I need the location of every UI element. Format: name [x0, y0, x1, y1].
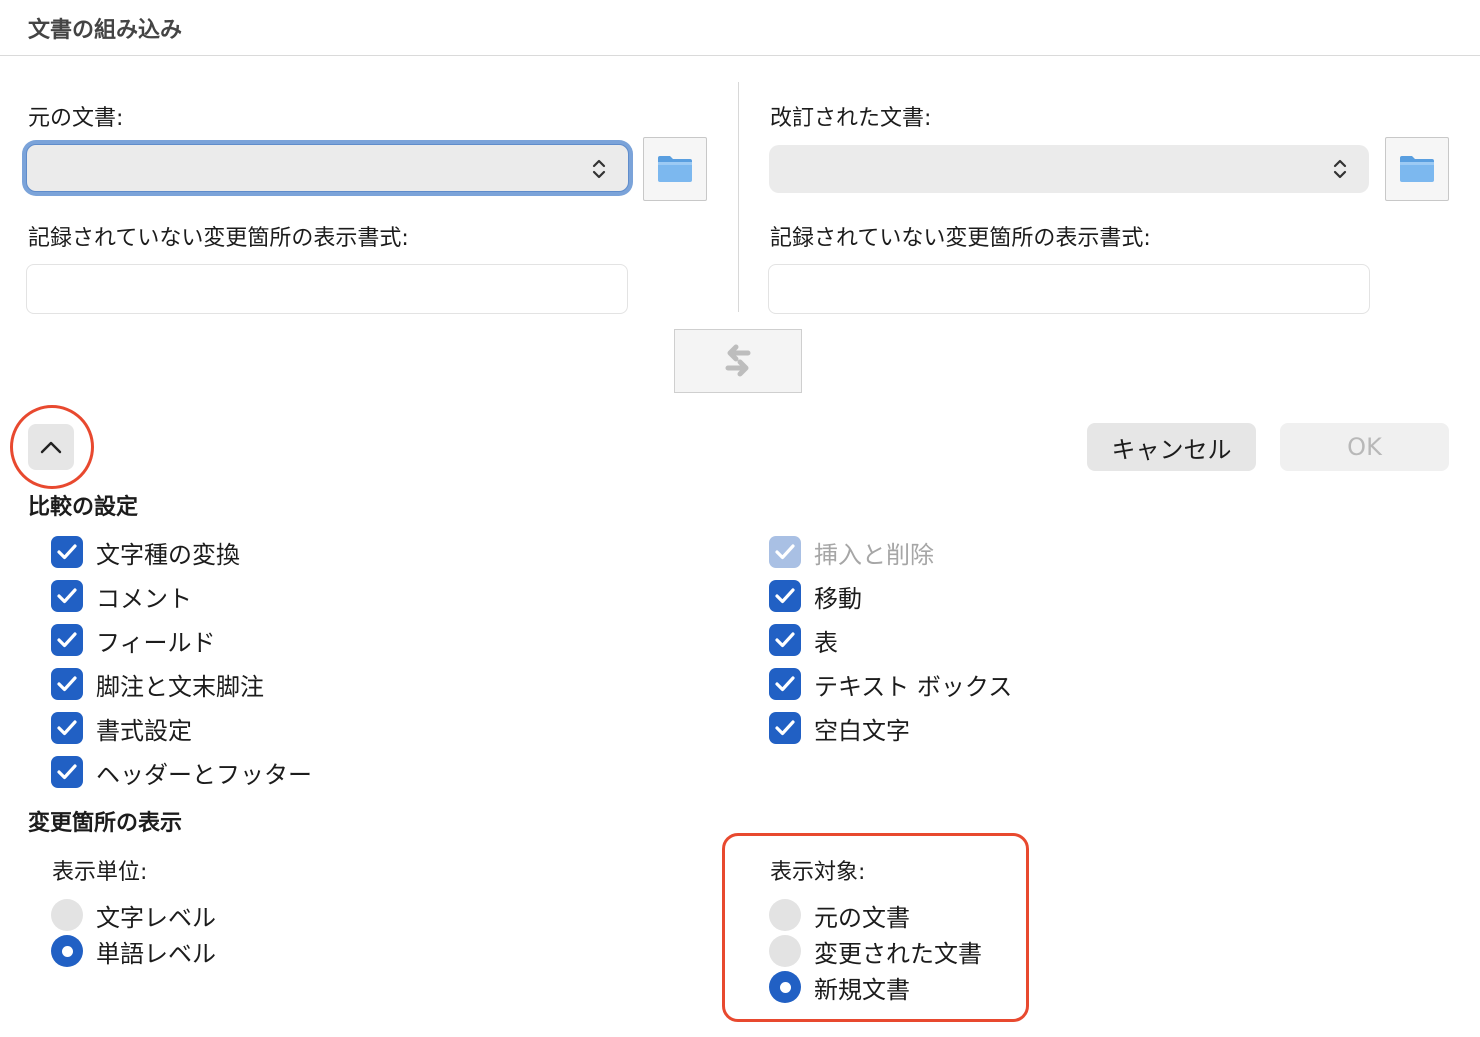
compare-settings-heading: 比較の設定	[28, 495, 139, 520]
annotation-box	[722, 833, 1029, 1022]
checkbox-label: 空白文字	[814, 716, 910, 745]
checkbox-label: 文字種の変換	[96, 540, 240, 569]
checkmark-icon	[57, 544, 77, 560]
checkbox-label: 脚注と文末脚注	[96, 672, 264, 701]
original-format-label: 記録されていない変更箇所の表示書式:	[28, 226, 409, 251]
checkbox-label: 挿入と削除	[814, 540, 934, 569]
dialog-title: 文書の組み込み	[28, 18, 183, 43]
swap-documents-button[interactable]	[674, 329, 802, 393]
checkbox-label: コメント	[96, 584, 192, 613]
checkmark-icon	[57, 676, 77, 692]
checkmark-icon	[57, 720, 77, 736]
show-changes-heading: 変更箇所の表示	[28, 811, 183, 836]
ok-button[interactable]: OK	[1280, 423, 1449, 471]
show-level-group: 文字レベル単語レベル	[51, 899, 216, 971]
compare-settings-left: 文字種の変換 コメントフィールド脚注と文末脚注 書式設定ヘッダーとフッター	[51, 536, 312, 800]
revised-document-label: 改訂された文書:	[770, 106, 932, 131]
checkbox[interactable]	[51, 712, 83, 744]
revised-document-select[interactable]	[769, 145, 1369, 193]
revised-browse-button[interactable]	[1385, 137, 1449, 201]
checkbox[interactable]	[51, 624, 83, 656]
checkbox-row[interactable]: 空白文字	[769, 712, 1012, 745]
checkbox[interactable]	[769, 624, 801, 656]
cancel-button[interactable]: キャンセル	[1087, 423, 1256, 471]
annotation-circle	[10, 405, 94, 489]
checkbox-label: 表	[814, 628, 838, 657]
checkmark-icon	[775, 588, 795, 604]
checkbox-row: 挿入と削除	[769, 536, 1012, 569]
radio-option[interactable]: 単語レベル	[51, 935, 216, 968]
swap-arrows-icon	[725, 344, 751, 377]
checkbox-row[interactable]: コメント	[51, 580, 312, 613]
checkbox-label: 書式設定	[96, 716, 192, 745]
checkbox-label: フィールド	[96, 628, 216, 657]
checkbox[interactable]	[769, 580, 801, 612]
checkbox-label: 移動	[814, 584, 862, 613]
checkbox[interactable]	[51, 668, 83, 700]
checkbox-row[interactable]: 移動	[769, 580, 1012, 613]
original-browse-button[interactable]	[643, 137, 707, 201]
checkbox-row[interactable]: フィールド	[51, 624, 312, 657]
revised-format-label: 記録されていない変更箇所の表示書式:	[770, 226, 1151, 251]
radio-label: 単語レベル	[96, 939, 216, 968]
checkmark-icon	[775, 544, 795, 560]
original-format-field[interactable]	[26, 264, 628, 314]
radio-button[interactable]	[51, 935, 83, 967]
checkbox[interactable]	[51, 580, 83, 612]
checkmark-icon	[775, 632, 795, 648]
checkbox-row[interactable]: テキスト ボックス	[769, 668, 1013, 701]
updown-chevron-icon	[592, 159, 606, 179]
checkbox[interactable]	[51, 536, 83, 568]
checkbox[interactable]	[51, 756, 83, 788]
folder-icon	[658, 156, 692, 182]
checkbox[interactable]	[769, 712, 801, 744]
show-level-label: 表示単位:	[52, 860, 148, 885]
checkmark-icon	[57, 632, 77, 648]
checkbox-row[interactable]: 書式設定	[51, 712, 312, 745]
radio-button[interactable]	[51, 899, 83, 931]
checkmark-icon	[57, 588, 77, 604]
radio-label: 文字レベル	[96, 903, 216, 932]
column-divider	[738, 82, 739, 312]
folder-icon	[1400, 156, 1434, 182]
original-document-label: 元の文書:	[28, 106, 124, 131]
checkbox	[769, 536, 801, 568]
radio-option[interactable]: 文字レベル	[51, 899, 216, 932]
updown-chevron-icon	[1333, 159, 1347, 179]
revised-format-field[interactable]	[768, 264, 1370, 314]
checkbox-row[interactable]: 脚注と文末脚注	[51, 668, 312, 701]
checkbox-label: テキスト ボックス	[814, 672, 1013, 701]
checkbox-row[interactable]: 文字種の変換	[51, 536, 312, 569]
checkbox-row[interactable]: ヘッダーとフッター	[51, 756, 312, 789]
checkbox[interactable]	[769, 668, 801, 700]
title-bar: 文書の組み込み	[0, 0, 1480, 56]
checkmark-icon	[775, 676, 795, 692]
checkmark-icon	[57, 764, 77, 780]
checkbox-label: ヘッダーとフッター	[96, 760, 312, 789]
original-document-select[interactable]	[26, 144, 629, 192]
compare-settings-right: 挿入と削除移動表テキスト ボックス 空白文字	[769, 536, 1012, 756]
checkmark-icon	[775, 720, 795, 736]
checkbox-row[interactable]: 表	[769, 624, 1012, 657]
